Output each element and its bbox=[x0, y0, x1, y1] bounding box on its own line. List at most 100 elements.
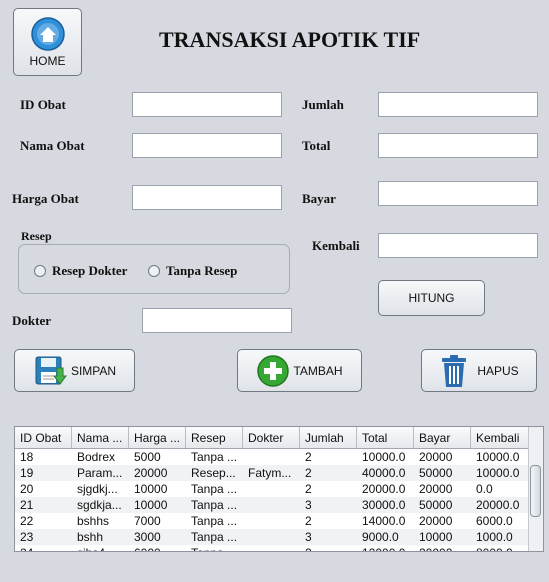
table-cell: Bodrex bbox=[77, 450, 116, 464]
table-cell: 20000 bbox=[414, 545, 471, 551]
tambah-button[interactable]: TAMBAH bbox=[237, 349, 362, 392]
table-cell: 40000.0 bbox=[362, 466, 406, 480]
radio-circle[interactable] bbox=[34, 265, 46, 277]
table-cell: 1000.0 bbox=[476, 530, 513, 544]
table-cell: 2 bbox=[300, 545, 357, 551]
table-cell: 5000 bbox=[134, 450, 161, 464]
resep-dokter-radio[interactable]: Resep Dokter bbox=[34, 263, 127, 279]
table-row[interactable]: 24sjhs46000Tanpa ... 212000.0200008000.0 bbox=[15, 545, 528, 551]
plus-icon bbox=[257, 354, 290, 387]
simpan-button[interactable]: SIMPAN bbox=[14, 349, 135, 392]
table-cell: 9000.0 bbox=[362, 530, 399, 544]
harga-obat-field[interactable] bbox=[132, 185, 282, 210]
home-label: HOME bbox=[29, 54, 66, 68]
column-header-total[interactable]: Total bbox=[357, 427, 414, 448]
table-cell: 3000 bbox=[134, 530, 161, 544]
table-cell: 0.0 bbox=[476, 482, 493, 496]
table-cell: 10000.0 bbox=[476, 450, 520, 464]
table-cell: 50000 bbox=[419, 498, 453, 512]
table-cell: 3 bbox=[305, 530, 312, 544]
table-cell: Tanpa ... bbox=[191, 450, 238, 464]
nama-obat-label: Nama Obat bbox=[20, 138, 85, 153]
table-cell: 22 bbox=[20, 514, 34, 528]
page-title: TRANSAKSI APOTIK TIF bbox=[159, 27, 421, 52]
table-cell: 20000 bbox=[419, 450, 453, 464]
column-header-bayar[interactable]: Bayar bbox=[414, 427, 471, 448]
simpan-label: SIMPAN bbox=[70, 363, 117, 378]
column-header-harga-obat[interactable]: Harga ... bbox=[129, 427, 186, 448]
table-cell: 7000 bbox=[134, 514, 161, 528]
resep-group-label: Resep bbox=[19, 229, 54, 244]
save-icon bbox=[35, 356, 67, 385]
table-row[interactable]: 22 bshhs 7000 Tanpa ... 2 14000.0 20000 6000.0 bbox=[15, 513, 528, 529]
column-header-nama-obat[interactable]: Nama ... bbox=[72, 427, 129, 448]
table-cell: Tanpa ... bbox=[191, 530, 238, 544]
table-cell: Resep... bbox=[191, 466, 236, 480]
table-cell: Tanpa ... bbox=[186, 545, 243, 551]
nama-obat-field[interactable] bbox=[132, 133, 282, 158]
table-cell: 24 bbox=[15, 545, 72, 551]
radio-circle[interactable] bbox=[148, 265, 160, 277]
table-cell: 19 bbox=[20, 466, 34, 480]
table-cell bbox=[243, 481, 300, 497]
resep-dokter-label: Resep Dokter bbox=[52, 263, 128, 278]
home-icon bbox=[30, 17, 65, 51]
table-cell: 21 bbox=[20, 498, 34, 512]
table-cell: 18 bbox=[20, 450, 34, 464]
table-cell: 10000 bbox=[134, 482, 168, 496]
jumlah-label: Jumlah bbox=[302, 97, 344, 112]
id-obat-label: ID Obat bbox=[20, 97, 66, 112]
table-cell: 20000 bbox=[134, 466, 168, 480]
table-cell: 10000.0 bbox=[476, 466, 520, 480]
hapus-button[interactable]: HAPUS bbox=[421, 349, 537, 392]
column-header-kembali[interactable]: Kembali bbox=[471, 427, 528, 448]
table-cell: 30000.0 bbox=[362, 498, 406, 512]
kembali-label: Kembali bbox=[312, 238, 360, 253]
table-cell: sgdkja... bbox=[77, 498, 122, 512]
table-scrollbar[interactable] bbox=[528, 427, 543, 551]
table-cell bbox=[243, 545, 300, 551]
tanpa-resep-radio[interactable]: Tanpa Resep bbox=[148, 263, 237, 279]
table-cell: 10000.0 bbox=[362, 450, 406, 464]
table-row[interactable]: 23 bshh 3000 Tanpa ... 3 9000.0 10000 1000.0 bbox=[15, 529, 528, 545]
table-row[interactable]: 20 sjgdkj... 10000 Tanpa ... 2 20000.0 20000 0.… bbox=[15, 481, 528, 497]
total-field[interactable] bbox=[378, 133, 538, 158]
total-label: Total bbox=[302, 138, 331, 153]
scrollbar-thumb[interactable] bbox=[530, 465, 541, 517]
hitung-button[interactable]: HITUNG bbox=[378, 280, 485, 316]
table-cell: Tanpa ... bbox=[191, 498, 238, 512]
table-cell: sjhs4 bbox=[72, 545, 129, 551]
table-cell: 3 bbox=[305, 498, 312, 512]
table-cell: 2 bbox=[305, 482, 312, 496]
bayar-field[interactable] bbox=[378, 181, 538, 206]
table-row[interactable]: 19 Param... 20000 Resep... Fatym... 2 40000.0 5… bbox=[15, 465, 528, 481]
table-row[interactable]: 21 sgdkja... 10000 Tanpa ... 3 30000.0 50000 20… bbox=[15, 497, 528, 513]
table-cell: 10000 bbox=[134, 498, 168, 512]
table-cell: 2 bbox=[305, 514, 312, 528]
home-button[interactable]: HOME bbox=[13, 8, 82, 76]
column-header-resep[interactable]: Resep bbox=[186, 427, 243, 448]
table-cell: 2 bbox=[305, 466, 312, 480]
table-cell bbox=[243, 529, 300, 545]
transaction-table[interactable]: ID Obat Nama ... Harga ... Resep Dokter … bbox=[14, 426, 544, 552]
table-row[interactable]: 18 Bodrex 5000 Tanpa ... 2 10000.0 20000 10000.… bbox=[15, 449, 528, 465]
column-header-jumlah[interactable]: Jumlah bbox=[300, 427, 357, 448]
kembali-field[interactable] bbox=[378, 233, 538, 258]
tanpa-resep-label: Tanpa Resep bbox=[166, 263, 238, 278]
table-cell: Fatym... bbox=[248, 466, 292, 480]
table-cell: 20000.0 bbox=[362, 482, 406, 496]
dokter-field[interactable] bbox=[142, 308, 292, 333]
column-header-dokter[interactable]: Dokter bbox=[243, 427, 300, 448]
tambah-label: TAMBAH bbox=[293, 363, 343, 378]
column-header-id-obat[interactable]: ID Obat bbox=[15, 427, 72, 448]
table-cell: 20000 bbox=[419, 514, 453, 528]
table-cell: Tanpa ... bbox=[191, 514, 238, 528]
table-cell: 20000.0 bbox=[476, 498, 520, 512]
table-cell: bshhs bbox=[77, 514, 110, 528]
jumlah-field[interactable] bbox=[378, 92, 538, 117]
table-cell: sjgdkj... bbox=[77, 482, 118, 496]
table-cell bbox=[243, 449, 300, 465]
hitung-label: HITUNG bbox=[408, 291, 455, 305]
bayar-label: Bayar bbox=[302, 191, 336, 206]
id-obat-field[interactable] bbox=[132, 92, 282, 117]
